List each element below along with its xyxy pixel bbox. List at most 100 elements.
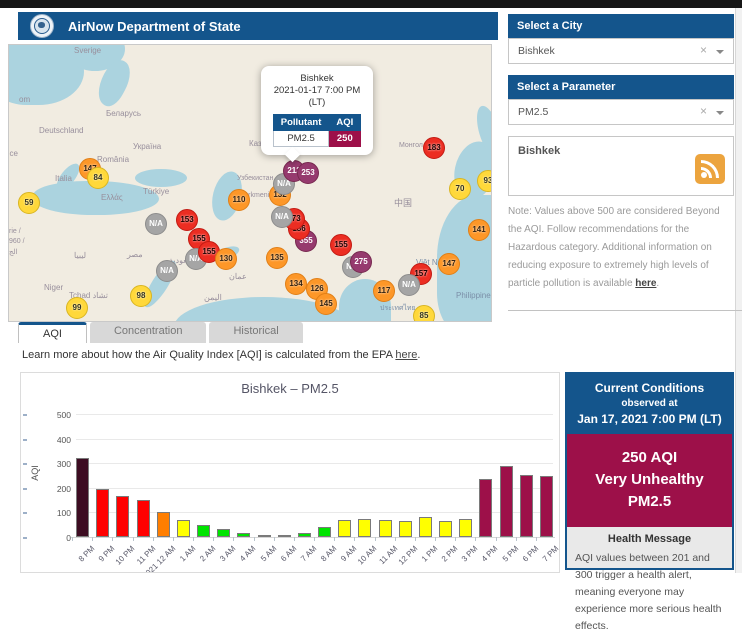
popup-datetime: 2021-01-17 7:00 PM xyxy=(261,85,373,97)
aqi-marker[interactable]: 93 xyxy=(477,170,492,192)
aqi-marker[interactable]: 84 xyxy=(87,167,109,189)
x-tick xyxy=(233,537,234,541)
chart-bar xyxy=(217,529,230,537)
aqi-marker[interactable]: N/A xyxy=(156,260,178,282)
learn-more-text: Learn more about how the Air Quality Ind… xyxy=(22,349,420,361)
x-tick xyxy=(435,537,436,541)
aqi-marker[interactable]: N/A xyxy=(145,213,167,235)
aqi-status-block: 250 AQI Very Unhealthy PM2.5 xyxy=(567,434,732,527)
learn-more-suffix: . xyxy=(417,349,420,361)
aqi-pollutant: PM2.5 xyxy=(571,491,728,513)
map-label: Italia xyxy=(55,174,72,183)
x-tick xyxy=(314,537,315,541)
aqi-marker[interactable]: 85 xyxy=(413,305,435,322)
department-of-state-seal-icon xyxy=(30,14,54,38)
parameter-select[interactable]: PM2.5 × xyxy=(508,99,734,125)
map-popup: Bishkek 2021-01-17 7:00 PM (LT) Pollutan… xyxy=(261,66,373,155)
map-label: Deutschland xyxy=(39,126,83,135)
aqi-bar-chart: Bishkek – PM2.5 AQI 01002003004005008 PM… xyxy=(20,372,560,573)
tab-aqi[interactable]: AQI xyxy=(18,322,87,343)
popup-lt: (LT) xyxy=(261,97,373,109)
tab-historical[interactable]: Historical xyxy=(209,322,302,343)
x-tick-label: 1 PM xyxy=(420,544,440,564)
x-tick-label: 3 PM xyxy=(460,544,480,564)
x-tick xyxy=(375,537,376,541)
page-title: AirNow Department of State xyxy=(68,19,241,34)
map-label: România xyxy=(97,155,129,164)
chart-bar xyxy=(399,521,412,537)
y-tick xyxy=(23,414,27,416)
aqi-marker[interactable]: 147 xyxy=(438,253,460,275)
chart-bar xyxy=(318,527,331,537)
aqi-marker[interactable]: 70 xyxy=(449,178,471,200)
aqi-marker[interactable]: 135 xyxy=(266,247,288,269)
x-tick-label: 12 PM xyxy=(396,544,419,567)
note-suffix: . xyxy=(656,278,659,289)
y-tick xyxy=(23,463,27,465)
page-scrollbar-area[interactable] xyxy=(735,8,742,573)
map-label: عمان xyxy=(229,272,247,281)
gridline xyxy=(76,414,553,415)
aqi-marker[interactable]: 117 xyxy=(373,280,395,302)
aqi-marker[interactable]: 155 xyxy=(330,234,352,256)
app-header: AirNow Department of State xyxy=(18,12,498,40)
city-caret-icon[interactable] xyxy=(716,50,724,54)
tab-concentration[interactable]: Concentration xyxy=(90,322,207,343)
popup-city: Bishkek xyxy=(261,73,373,85)
current-conditions-panel: Current Conditions observed at Jan 17, 2… xyxy=(565,372,734,570)
x-tick xyxy=(92,537,93,541)
current-conditions-title: Current Conditions xyxy=(571,381,728,395)
observed-datetime: Jan 17, 2021 7:00 PM (LT) xyxy=(571,412,728,426)
chart-bar xyxy=(520,475,533,537)
aqi-map[interactable]: SverigeomDeutschlandБеларусьУкраїнаRomân… xyxy=(8,44,492,322)
map-label: Беларусь xyxy=(106,109,141,118)
note-here-link[interactable]: here xyxy=(635,278,656,289)
chart-bar xyxy=(157,512,170,537)
x-tick-label: 3 AM xyxy=(218,544,237,563)
beyond-aqi-note: Note: Values above 500 are considered Be… xyxy=(508,203,736,293)
aqi-marker[interactable]: 110 xyxy=(228,189,250,211)
aqi-marker[interactable]: N/A xyxy=(271,206,293,228)
current-conditions-header: Current Conditions observed at Jan 17, 2… xyxy=(567,374,732,434)
x-tick-label: 11 AM xyxy=(377,544,399,566)
observed-at-label: observed at xyxy=(571,398,728,409)
chart-bar xyxy=(298,533,311,537)
x-tick-label: 2 PM xyxy=(440,544,460,564)
aqi-marker[interactable]: 145 xyxy=(315,293,337,315)
x-tick xyxy=(354,537,355,541)
parameter-caret-icon[interactable] xyxy=(716,111,724,115)
aqi-marker[interactable]: 98 xyxy=(130,285,152,307)
y-tick-label: 100 xyxy=(45,508,71,518)
aqi-marker[interactable]: 134 xyxy=(285,273,307,295)
aqi-marker[interactable]: 141 xyxy=(468,219,490,241)
aqi-marker[interactable]: 275 xyxy=(350,251,372,273)
y-tick-label: 500 xyxy=(45,410,71,420)
gridline xyxy=(76,439,553,440)
chart-bar xyxy=(278,535,291,537)
x-tick xyxy=(536,537,537,541)
aqi-marker[interactable]: 130 xyxy=(215,248,237,270)
x-tick-label: 6 AM xyxy=(279,544,298,563)
city-clear-icon[interactable]: × xyxy=(700,43,707,57)
parameter-clear-icon[interactable]: × xyxy=(700,104,707,118)
chart-bar xyxy=(76,458,89,537)
aqi-marker[interactable]: 59 xyxy=(18,192,40,214)
x-tick-label: 2 AM xyxy=(198,544,217,563)
map-label: rie / xyxy=(9,228,21,235)
chart-bar xyxy=(137,500,150,537)
x-tick-label: 7 AM xyxy=(299,544,318,563)
map-label: 960 / xyxy=(9,238,25,245)
aqi-marker[interactable]: 183 xyxy=(423,137,445,159)
rss-icon[interactable] xyxy=(695,154,725,184)
popup-pollutant-value: PM2.5 xyxy=(273,131,329,147)
x-tick-label: 7 PM xyxy=(541,544,560,564)
learn-more-here-link[interactable]: here xyxy=(395,349,417,361)
aqi-marker[interactable]: 99 xyxy=(66,297,88,319)
aqi-marker[interactable]: 253 xyxy=(297,162,319,184)
chart-bar xyxy=(379,520,392,537)
aqi-marker[interactable]: N/A xyxy=(398,274,420,296)
map-label: ประเทศไทย xyxy=(380,303,416,314)
chart-title: Bishkek – PM2.5 xyxy=(21,381,559,396)
x-tick xyxy=(475,537,476,541)
city-select[interactable]: Bishkek × xyxy=(508,38,734,64)
